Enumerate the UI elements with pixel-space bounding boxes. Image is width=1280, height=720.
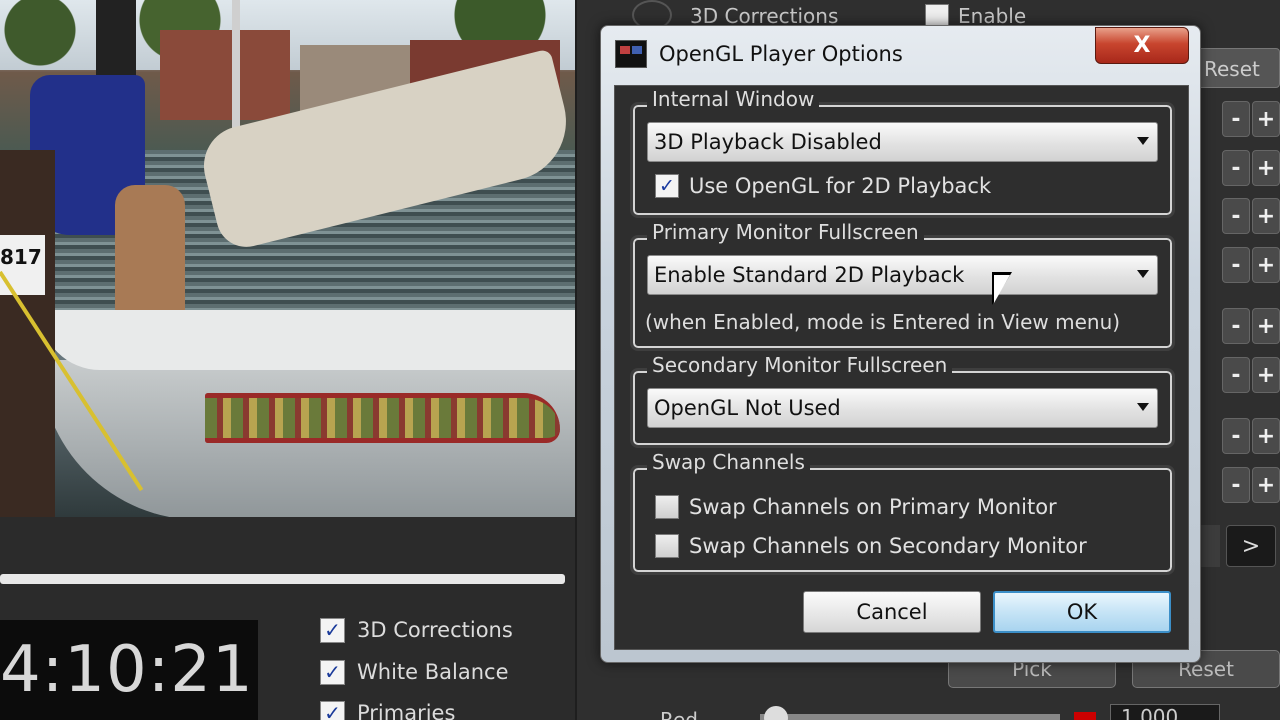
dialog-body: Internal Window 3D Playback Disabled ✓ U… bbox=[614, 85, 1189, 650]
check-label: 3D Corrections bbox=[357, 618, 513, 642]
checkbox-checked[interactable]: ✓ bbox=[320, 659, 345, 685]
checkbox-checked[interactable]: ✓ bbox=[320, 700, 345, 720]
checkbox-checked[interactable]: ✓ bbox=[320, 617, 345, 643]
check-label: Use OpenGL for 2D Playback bbox=[689, 174, 992, 198]
internal-window-group: Internal Window 3D Playback Disabled ✓ U… bbox=[630, 87, 1175, 218]
dialog-titlebar[interactable]: OpenGL Player Options X bbox=[601, 26, 1200, 84]
video-preview: 817 bbox=[0, 0, 575, 517]
chevron-down-icon bbox=[1137, 137, 1149, 145]
plus-button[interactable]: + bbox=[1252, 198, 1280, 234]
red-channel-label: Red bbox=[660, 708, 698, 720]
plus-button[interactable]: + bbox=[1252, 308, 1280, 344]
secondary-fullscreen-select[interactable]: OpenGL Not Used bbox=[647, 388, 1158, 428]
internal-window-select[interactable]: 3D Playback Disabled bbox=[647, 122, 1158, 162]
group-label: Swap Channels bbox=[647, 450, 810, 474]
minus-button[interactable]: - bbox=[1222, 198, 1250, 234]
chevron-down-icon bbox=[1137, 403, 1149, 411]
app-icon bbox=[615, 40, 647, 68]
opengl-options-dialog: OpenGL Player Options X Internal Window … bbox=[600, 25, 1201, 663]
select-value: 3D Playback Disabled bbox=[654, 130, 882, 154]
reset-button[interactable]: Reset bbox=[1195, 48, 1280, 88]
cancel-button[interactable]: Cancel bbox=[803, 591, 981, 633]
swap-primary-option[interactable]: Swap Channels on Primary Monitor bbox=[655, 495, 1057, 519]
secondary-fullscreen-group: Secondary Monitor Fullscreen OpenGL Not … bbox=[630, 353, 1175, 448]
group-label: Primary Monitor Fullscreen bbox=[647, 220, 924, 244]
video-trailboard bbox=[205, 393, 560, 443]
next-button[interactable]: > bbox=[1226, 525, 1276, 567]
minus-button[interactable]: - bbox=[1222, 357, 1250, 393]
video-building bbox=[160, 30, 290, 120]
close-button[interactable]: X bbox=[1095, 27, 1189, 64]
minus-button[interactable]: - bbox=[1222, 247, 1250, 283]
plus-button[interactable]: + bbox=[1252, 418, 1280, 454]
select-value: Enable Standard 2D Playback bbox=[654, 263, 965, 287]
swap-channels-group: Swap Channels Swap Channels on Primary M… bbox=[630, 450, 1175, 575]
minus-button[interactable]: - bbox=[1222, 101, 1250, 137]
nav-slot bbox=[1200, 525, 1220, 567]
check-label: Swap Channels on Secondary Monitor bbox=[689, 534, 1087, 558]
chevron-down-icon bbox=[1137, 270, 1149, 278]
minus-button[interactable]: - bbox=[1222, 308, 1250, 344]
plus-button[interactable]: + bbox=[1252, 101, 1280, 137]
enable-checkbox[interactable] bbox=[925, 4, 949, 26]
checkbox-checked[interactable]: ✓ bbox=[655, 174, 679, 198]
red-swatch bbox=[1074, 712, 1096, 720]
ok-button[interactable]: OK bbox=[993, 591, 1171, 633]
plus-button[interactable]: + bbox=[1252, 247, 1280, 283]
minus-button[interactable]: - bbox=[1222, 467, 1250, 503]
group-label: Internal Window bbox=[647, 87, 820, 111]
mouse-cursor-fill bbox=[994, 275, 1010, 303]
swap-secondary-option[interactable]: Swap Channels on Secondary Monitor bbox=[655, 534, 1087, 558]
timecode-display: 4:10:21 bbox=[0, 633, 254, 707]
plus-button[interactable]: + bbox=[1252, 150, 1280, 186]
use-opengl-2d-option[interactable]: ✓ Use OpenGL for 2D Playback bbox=[655, 174, 991, 198]
close-icon: X bbox=[1133, 33, 1151, 58]
primary-fullscreen-note: (when Enabled, mode is Entered in View m… bbox=[645, 310, 1121, 334]
check-label: Primaries bbox=[357, 701, 456, 720]
check-3d-corrections[interactable]: ✓ 3D Corrections bbox=[320, 615, 513, 645]
checkbox-unchecked[interactable] bbox=[655, 495, 679, 519]
group-label: Secondary Monitor Fullscreen bbox=[647, 353, 953, 377]
minus-button[interactable]: - bbox=[1222, 418, 1250, 454]
check-label: Swap Channels on Primary Monitor bbox=[689, 495, 1057, 519]
red-slider-track[interactable] bbox=[760, 714, 1060, 720]
video-person bbox=[115, 185, 185, 315]
minus-button[interactable]: - bbox=[1222, 150, 1250, 186]
primary-fullscreen-select[interactable]: Enable Standard 2D Playback bbox=[647, 255, 1158, 295]
timeline-scrub-bar[interactable] bbox=[0, 574, 565, 584]
check-label: White Balance bbox=[357, 660, 509, 684]
select-value: OpenGL Not Used bbox=[654, 396, 841, 420]
video-hull-rail bbox=[40, 310, 575, 370]
check-primaries[interactable]: ✓ Primaries bbox=[320, 698, 455, 720]
checkbox-unchecked[interactable] bbox=[655, 534, 679, 558]
primary-fullscreen-group: Primary Monitor Fullscreen Enable Standa… bbox=[630, 220, 1175, 351]
plus-button[interactable]: + bbox=[1252, 357, 1280, 393]
dialog-title: OpenGL Player Options bbox=[659, 42, 903, 66]
video-dock-post bbox=[0, 150, 55, 517]
check-white-balance[interactable]: ✓ White Balance bbox=[320, 657, 509, 687]
red-value-field[interactable]: 1.000 bbox=[1110, 704, 1220, 720]
video-mast bbox=[96, 0, 136, 80]
plus-button[interactable]: + bbox=[1252, 467, 1280, 503]
